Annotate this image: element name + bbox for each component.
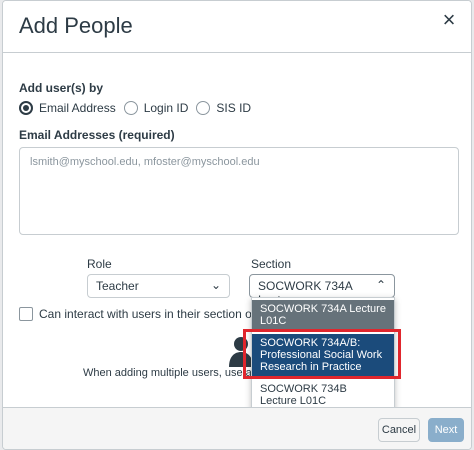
radio-login-id[interactable]: Login ID — [123, 101, 189, 115]
email-addresses-field[interactable]: lsmith@myschool.edu, mfoster@myschool.ed… — [19, 147, 459, 235]
section-option-734a-lecture[interactable]: SOCWORK 734A Lecture L01C — [252, 300, 394, 332]
section-select[interactable]: SOCWORK 734A Lecture ⌃ — [249, 274, 395, 307]
next-button[interactable]: Next — [428, 418, 464, 442]
dialog-header: Add People × — [3, 1, 471, 53]
role-value: Teacher — [96, 279, 139, 293]
add-by-label: Add user(s) by — [19, 81, 104, 95]
dialog-title: Add People — [19, 13, 133, 38]
chevron-up-icon: ⌃ — [375, 278, 386, 292]
close-icon[interactable]: × — [437, 9, 461, 33]
dialog-footer: Cancel Next — [3, 407, 471, 449]
radio-sis-id[interactable]: SIS ID — [196, 101, 251, 115]
role-label: Role — [87, 257, 112, 271]
radio-label-email: Email Address — [39, 101, 116, 115]
radio-button[interactable] — [196, 101, 211, 115]
multiple-users-hint: When adding multiple users, use a comma — [83, 367, 253, 379]
radio-button-checked[interactable] — [19, 101, 33, 115]
radio-label-sis-id: SIS ID — [216, 101, 252, 115]
limit-interaction-checkbox-row[interactable]: Can interact with users in their section… — [19, 307, 267, 321]
limit-interaction-label: Can interact with users in their section… — [39, 307, 268, 321]
email-addresses-label: Email Addresses (required) — [19, 128, 175, 142]
radio-button[interactable] — [123, 101, 138, 115]
limit-interaction-checkbox[interactable] — [19, 307, 33, 321]
chevron-down-icon: ⌄ — [210, 278, 221, 292]
radio-label-login-id: Login ID — [143, 101, 189, 115]
email-placeholder: lsmith@myschool.edu, mfoster@myschool.ed… — [30, 156, 260, 168]
role-select[interactable]: Teacher ⌄ — [87, 274, 230, 298]
add-people-dialog: Add People × Add user(s) by Email Addres… — [2, 0, 472, 450]
radio-email-address[interactable]: Email Address — [19, 101, 116, 115]
highlight-annotation-box — [243, 329, 401, 379]
section-label: Section — [251, 257, 292, 271]
cancel-button[interactable]: Cancel — [378, 418, 420, 442]
add-by-radio-group: Email Address Login ID SIS ID — [19, 100, 259, 116]
